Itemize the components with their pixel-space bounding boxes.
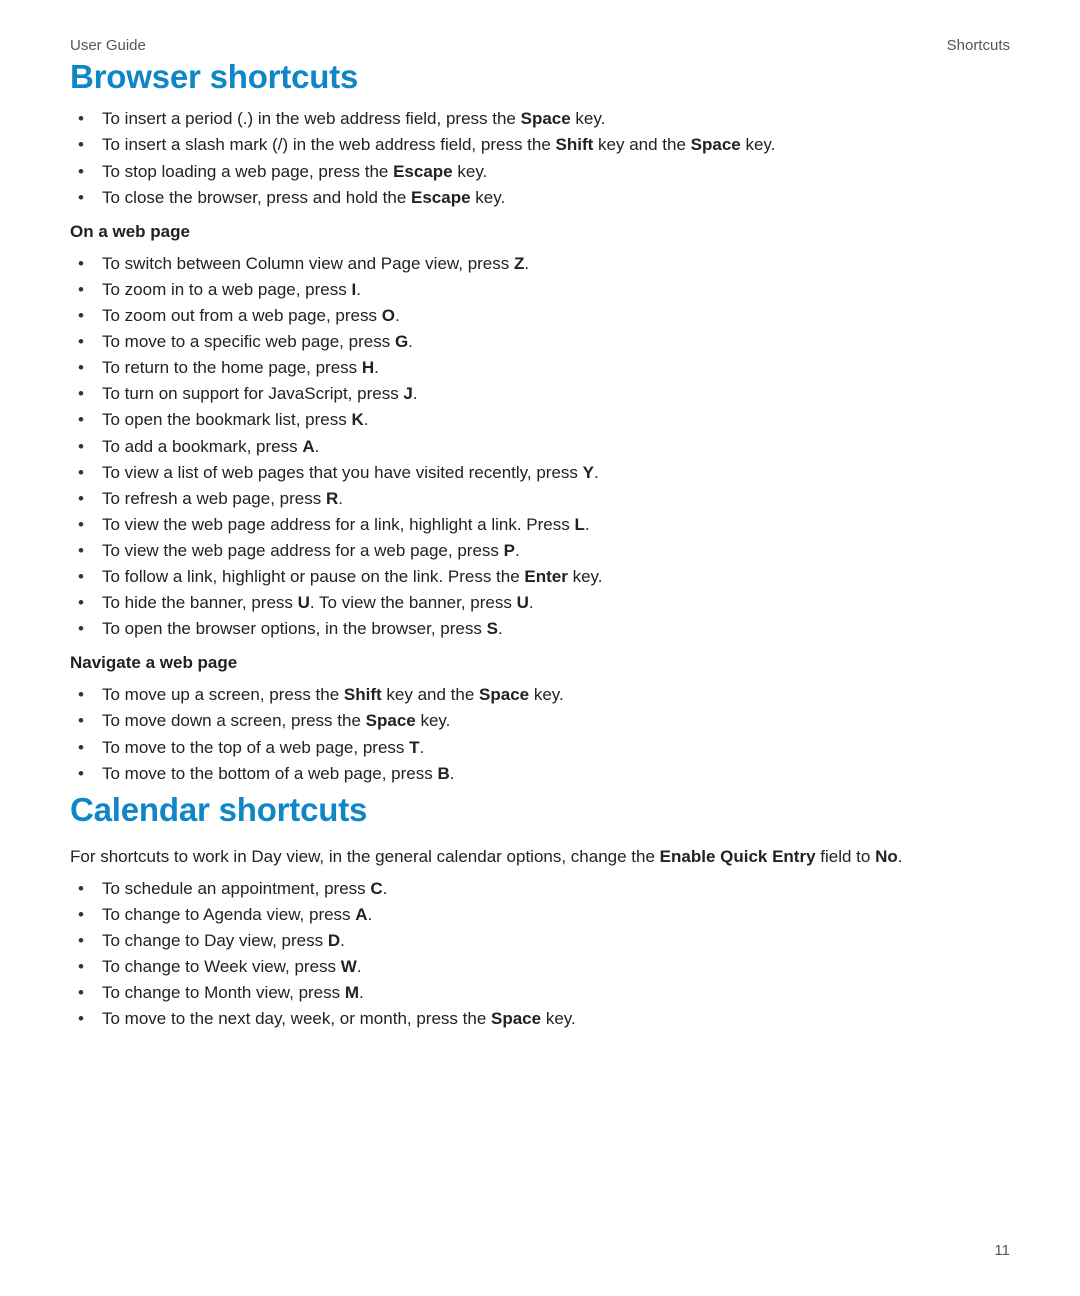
- header-right: Shortcuts: [947, 36, 1010, 56]
- header-left: User Guide: [70, 36, 146, 56]
- list-item: To switch between Column view and Page v…: [70, 253, 1010, 275]
- list-item: To change to Week view, press W.: [70, 956, 1010, 978]
- list-item: To turn on support for JavaScript, press…: [70, 383, 1010, 405]
- list-item: To view a list of web pages that you hav…: [70, 462, 1010, 484]
- list-item: To add a bookmark, press A.: [70, 436, 1010, 458]
- browser-shortcuts-body: To insert a period (.) in the web addres…: [70, 108, 1010, 784]
- list-item: To view the web page address for a web p…: [70, 540, 1010, 562]
- list-item: To view the web page address for a link,…: [70, 514, 1010, 536]
- list-item: To close the browser, press and hold the…: [70, 187, 1010, 209]
- list-item: To move to the next day, week, or month,…: [70, 1008, 1010, 1030]
- list-item: To move to a specific web page, press G.: [70, 331, 1010, 353]
- list-item: To change to Agenda view, press A.: [70, 904, 1010, 926]
- shortcut-list: To switch between Column view and Page v…: [70, 253, 1010, 640]
- list-item: To schedule an appointment, press C.: [70, 878, 1010, 900]
- subheading: Navigate a web page: [70, 652, 1010, 674]
- shortcut-list: To insert a period (.) in the web addres…: [70, 108, 1010, 208]
- list-item: To move down a screen, press the Space k…: [70, 710, 1010, 732]
- list-item: To zoom out from a web page, press O.: [70, 305, 1010, 327]
- list-item: To open the browser options, in the brow…: [70, 618, 1010, 640]
- list-item: To move up a screen, press the Shift key…: [70, 684, 1010, 706]
- list-item: To move to the bottom of a web page, pre…: [70, 763, 1010, 785]
- list-item: To refresh a web page, press R.: [70, 488, 1010, 510]
- running-header: User Guide Shortcuts: [70, 36, 1010, 56]
- calendar-shortcuts-list: To schedule an appointment, press C. To c…: [70, 878, 1010, 1031]
- list-item: To insert a slash mark (/) in the web ad…: [70, 134, 1010, 156]
- list-item: To return to the home page, press H.: [70, 357, 1010, 379]
- list-item: To follow a link, highlight or pause on …: [70, 566, 1010, 588]
- list-item: To insert a period (.) in the web addres…: [70, 108, 1010, 130]
- list-item: To change to Day view, press D.: [70, 930, 1010, 952]
- list-item: To stop loading a web page, press the Es…: [70, 161, 1010, 183]
- list-item: To zoom in to a web page, press I.: [70, 279, 1010, 301]
- list-item: To change to Month view, press M.: [70, 982, 1010, 1004]
- list-item: To open the bookmark list, press K.: [70, 409, 1010, 431]
- section-title-calendar: Calendar shortcuts: [70, 789, 1010, 832]
- page-number: 11: [994, 1241, 1010, 1261]
- shortcut-list: To move up a screen, press the Shift key…: [70, 684, 1010, 784]
- list-item: To move to the top of a web page, press …: [70, 737, 1010, 759]
- subheading: On a web page: [70, 221, 1010, 243]
- document-page: User Guide Shortcuts Browser shortcuts T…: [0, 0, 1080, 1296]
- calendar-intro: For shortcuts to work in Day view, in th…: [70, 846, 1010, 868]
- section-title-browser: Browser shortcuts: [70, 56, 1010, 99]
- list-item: To hide the banner, press U. To view the…: [70, 592, 1010, 614]
